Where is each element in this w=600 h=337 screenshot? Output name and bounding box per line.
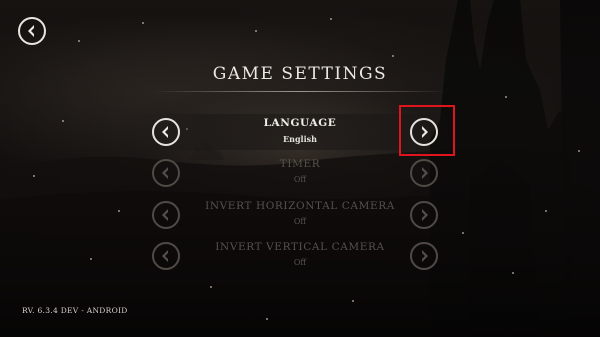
invert-vertical-next-button[interactable]	[410, 242, 438, 270]
timer-next-button[interactable]	[410, 159, 438, 187]
chevron-left-icon	[162, 250, 168, 262]
language-prev-button[interactable]	[152, 118, 180, 146]
chevron-left-icon	[162, 209, 168, 221]
highlight-box	[399, 105, 455, 156]
invert-horizontal-prev-button[interactable]	[152, 201, 180, 229]
page-title: GAME SETTINGS	[212, 64, 388, 84]
game-settings-screen: GAME SETTINGS LANGUAGE English TIMER Off	[0, 0, 600, 337]
setting-label: INVERT HORIZONTAL CAMERA	[205, 200, 395, 212]
setting-row-invert-horizontal-camera: INVERT HORIZONTAL CAMERA Off	[140, 197, 460, 233]
chevron-left-icon	[162, 126, 168, 138]
title-underline	[152, 91, 448, 92]
setting-label: LANGUAGE	[263, 117, 337, 129]
chevron-left-icon	[28, 25, 34, 37]
chevron-left-icon	[162, 167, 168, 179]
setting-value: Off	[293, 217, 307, 226]
setting-row-invert-vertical-camera: INVERT VERTICAL CAMERA Off	[140, 238, 460, 274]
invert-horizontal-next-button[interactable]	[410, 201, 438, 229]
setting-row-timer: TIMER Off	[140, 155, 460, 191]
chevron-right-icon	[422, 167, 428, 179]
back-button[interactable]	[18, 17, 46, 45]
setting-value: Off	[293, 258, 307, 267]
chevron-right-icon	[422, 209, 428, 221]
setting-label: TIMER	[279, 158, 321, 170]
setting-label: INVERT VERTICAL CAMERA	[215, 241, 385, 253]
setting-value: Off	[293, 175, 307, 184]
version-label: RV. 6.3.4 DEV - ANDROID	[22, 306, 128, 315]
setting-value: English	[283, 134, 317, 144]
timer-prev-button[interactable]	[152, 159, 180, 187]
chevron-right-icon	[422, 250, 428, 262]
invert-vertical-prev-button[interactable]	[152, 242, 180, 270]
